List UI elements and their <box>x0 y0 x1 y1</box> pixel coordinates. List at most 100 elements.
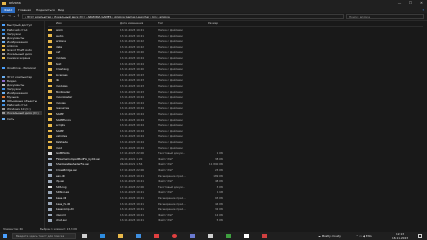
file-type: Папка с файлами <box>158 33 183 38</box>
back-arrow-icon[interactable]: ← <box>2 13 5 20</box>
column-header-type[interactable]: Тип <box>158 21 163 26</box>
file-row[interactable]: SAMP 13.11.2023 10:24 Папка с файлами <box>48 129 423 133</box>
media-icon[interactable] <box>262 234 267 238</box>
address-row: ← → ⌄ ↑ › Этот компьютер › Локальный дис… <box>0 13 427 21</box>
chevron-down-icon[interactable]: ⌄ <box>13 13 16 20</box>
file-row[interactable]: anim 13.11.2023 10:21 Папка с файлами <box>48 28 423 32</box>
file-row[interactable]: Modloader 13.11.2023 10:23 Папка с файлами <box>48 90 423 94</box>
file-row[interactable]: vehicles 13.11.2023 10:24 Папка с файлами <box>48 134 423 138</box>
file-row[interactable]: CrashLog 13.11.2023 10:20 Папка с файлами <box>48 67 423 71</box>
file-row[interactable]: mod 13.11.2023 10:24 Папка с файлами <box>48 146 423 150</box>
column-header-date[interactable]: Дата изменения <box>120 21 143 26</box>
app-icon[interactable] <box>208 234 213 238</box>
file-row[interactable]: CrossBridge.asi 17.11.2023 22:06 Файл "ASI… <box>48 168 423 172</box>
file-row[interactable]: Licenses 13.11.2023 10:23 Папка с файлами <box>48 73 423 77</box>
file-date: 13.11.2023 10:21 <box>120 201 144 206</box>
nav-item[interactable]: Локальный диск (D:) <box>2 111 42 115</box>
file-size: 189 КБ <box>213 173 223 178</box>
document-icon <box>2 36 5 40</box>
taskbar-search-placeholder: Введите здесь текст для поиска <box>16 234 65 238</box>
file-name: SAMP <box>56 128 64 133</box>
file-row[interactable]: GAMELOG 17.11.2023 22:06 Текстовый докум..… <box>48 151 423 155</box>
file-type: Папка с файлами <box>158 106 183 111</box>
notification-icon[interactable] <box>418 234 422 238</box>
up-arrow-icon[interactable]: ↑ <box>17 13 20 20</box>
nav-item[interactable]: Быстрый доступ <box>2 23 32 27</box>
file-name: CrashLog <box>56 67 69 72</box>
taskbar-search-input[interactable]: Введите здесь текст для поиска <box>12 233 76 239</box>
file-row[interactable]: resources 13.11.2023 10:24 Папка с файлами <box>48 106 423 110</box>
file-name: SDSlol.asi <box>56 190 70 195</box>
file-date: 13.11.2023 10:21 <box>120 190 144 195</box>
file-row[interactable]: SDSlol.asi 13.11.2023 10:21 Файл "ASI" 1 KB <box>48 190 423 194</box>
taskbar: Введите здесь текст для поиска ☁ Mostly … <box>0 232 427 240</box>
search-input[interactable]: Поиск: arizona <box>346 14 424 19</box>
discord-icon[interactable] <box>190 234 195 238</box>
file-row[interactable]: modules 13.11.2023 10:23 Папка с файлами <box>48 84 423 88</box>
file-row[interactable]: lib 13.11.2023 10:23 Папка с файлами <box>48 78 423 82</box>
file-row[interactable]: bass.dll 13.11.2023 10:21 Расширение прил.… <box>48 196 423 200</box>
nav-item[interactable]: Снимки экрана <box>2 56 30 60</box>
nav-item[interactable]: OneDrive - Personal <box>2 66 36 70</box>
file-row[interactable]: SAMPfuncs 13.11.2023 10:24 Папка с файлами <box>48 118 423 122</box>
file-name: FSGameCompatModFix_byX0.asi <box>56 156 100 161</box>
windows-start-icon[interactable] <box>3 234 7 238</box>
file-row[interactable]: cef 13.11.2023 10:20 Папка с файлами <box>48 50 423 54</box>
file-row[interactable]: moonloader 13.11.2023 10:24 Папка с файлам… <box>48 95 423 99</box>
folder-icon <box>48 34 52 37</box>
file-row[interactable]: FSGameCompatModFix_byX0.asi 20.11.2021 1:… <box>48 157 423 161</box>
weather-label[interactable]: ☁ Mostly cloudy <box>318 232 341 240</box>
file-date: 13.11.2023 10:24 <box>120 112 144 116</box>
column-header-size[interactable]: Размер <box>208 21 218 26</box>
folder-icon <box>48 73 52 77</box>
folder-icon <box>48 107 52 110</box>
file-row[interactable]: ReShade 13.11.2023 10:24 Папка с файлами <box>48 140 423 144</box>
close-button[interactable]: ✕ <box>416 0 427 7</box>
column-header-name[interactable]: Имя <box>56 21 62 26</box>
file-name: anim <box>56 28 63 32</box>
file-row[interactable]: audio 13.11.2023 10:21 Папка с файлами <box>48 34 423 38</box>
forward-arrow-icon[interactable]: → <box>8 13 11 20</box>
nav-item[interactable]: Сеть <box>2 117 14 121</box>
file-name: bass_fx.dll <box>56 201 71 206</box>
opera-icon[interactable] <box>154 234 159 238</box>
file-explorer-icon[interactable] <box>118 234 123 238</box>
yandex-icon[interactable] <box>172 234 177 238</box>
file-row[interactable]: scripts 13.11.2023 10:24 Папка с файлами <box>48 123 423 127</box>
file-date: 13.11.2023 10:21 <box>120 196 144 200</box>
clock[interactable]: 12:13 18.11.2023 <box>392 232 408 240</box>
file-row[interactable]: basscomp.dll 13.11.2023 10:21 Расширение п… <box>48 207 423 211</box>
file-row[interactable]: data 13.11.2023 10:22 Папка с файлами <box>48 45 423 49</box>
column-header-row: Имя Дата изменения Тип Размер <box>48 21 423 27</box>
file-row[interactable]: discord 13.11.2023 10:21 Файл "ASI" 12 КБ <box>48 213 423 217</box>
file-row[interactable]: bass_fx.dll 13.11.2023 10:21 Расширение пр… <box>48 202 423 206</box>
edge-icon[interactable] <box>100 234 105 238</box>
task-view-icon[interactable] <box>82 234 87 238</box>
download-icon <box>2 32 5 36</box>
file-row[interactable]: ShadowsReshaderFix.asi 06.06.2021 1:56 Фай… <box>48 162 423 166</box>
file-row[interactable]: eax.dll 13.11.2023 10:21 Расширение прил..… <box>48 174 423 178</box>
file-row[interactable]: SDS.log 17.11.2023 22:06 Текстовый докум..… <box>48 185 423 189</box>
tray-icons[interactable]: ⌃ ▭ ◀ ENG <box>356 232 372 240</box>
file-row[interactable]: SAMP 13.11.2023 10:24 Папка с файлами <box>48 112 423 116</box>
file-type: Текстовый докум... <box>158 184 186 189</box>
store-icon[interactable] <box>136 234 141 238</box>
file-name: scripts <box>56 123 65 128</box>
weather-text: Mostly cloudy <box>321 234 341 238</box>
minimize-button[interactable]: — <box>394 0 405 7</box>
file-row[interactable]: ifp.asi 13.11.2023 10:21 Файл "ASI" 48 КБ <box>48 179 423 183</box>
file-row[interactable]: text 13.11.2023 10:24 Папка с файлами <box>48 62 423 66</box>
file-row[interactable]: arizona 13.11.2023 10:22 Папка с файлами <box>48 39 423 43</box>
file-date: 13.11.2023 10:24 <box>120 61 144 66</box>
notepad-icon[interactable] <box>244 234 249 238</box>
file-row[interactable]: movies 13.11.2023 10:24 Папка с файлами <box>48 101 423 105</box>
address-bar[interactable]: › Этот компьютер › Локальный диск (D:) ›… <box>22 14 344 19</box>
file-name: mod <box>56 145 62 150</box>
maximize-button[interactable]: ☐ <box>405 0 416 7</box>
folder-icon <box>2 48 5 52</box>
file-row[interactable]: chat.asi 13.11.2023 10:21 Файл "ASI" 5 КБ <box>48 218 423 222</box>
file-name: basscomp.dll <box>56 207 74 212</box>
file-type: Папка с файлами <box>158 123 183 128</box>
file-row[interactable]: models 13.11.2023 10:24 Папка с файлами <box>48 56 423 60</box>
launcher-icon[interactable] <box>226 234 231 238</box>
